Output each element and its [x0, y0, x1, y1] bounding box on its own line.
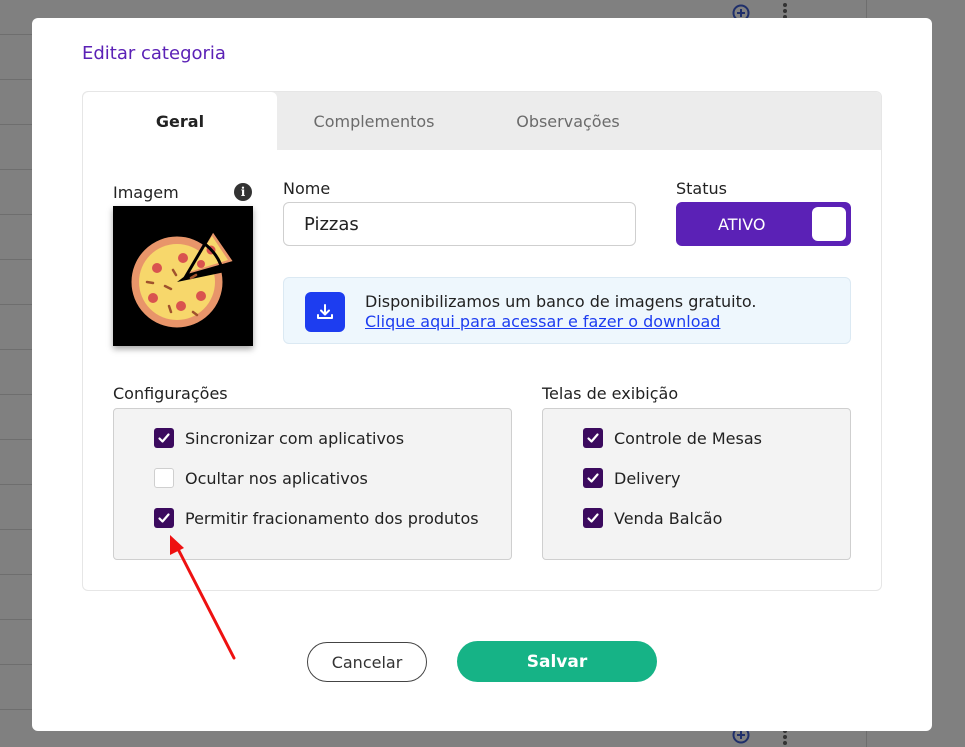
annotation-arrow	[170, 535, 236, 660]
